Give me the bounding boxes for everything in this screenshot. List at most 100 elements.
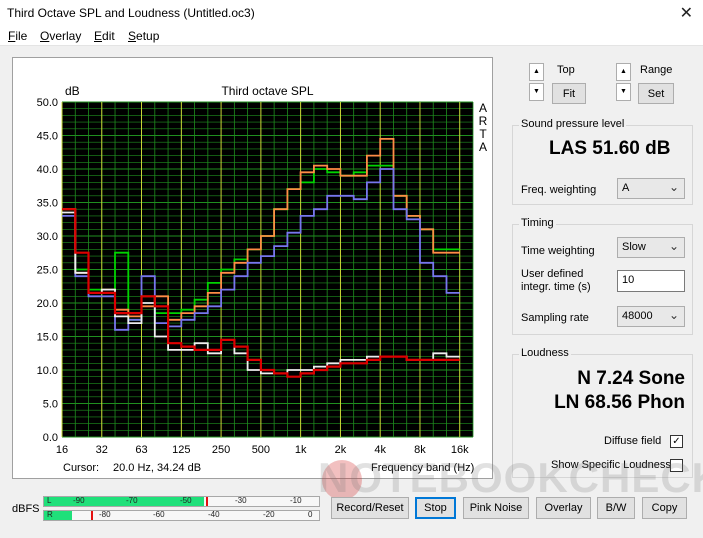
x-tick-label: 63	[135, 444, 147, 456]
chart-title: Third octave SPL	[221, 84, 313, 98]
integr-time-input[interactable]: 10	[617, 270, 685, 292]
chevron-down-icon: ⌄	[668, 239, 679, 253]
record-reset-button[interactable]: Record/Reset	[331, 497, 409, 519]
range-up-button[interactable]: ▲	[616, 63, 631, 81]
sampling-rate-select[interactable]: 48000 ⌄	[617, 306, 685, 327]
stop-button[interactable]: Stop	[415, 497, 456, 519]
meter-right: R -80 -60 -40 -20 0	[43, 510, 320, 521]
x-tick-label: 8k	[414, 444, 426, 456]
top-label: Top	[557, 64, 575, 76]
dbfs-label: dBFS	[12, 503, 40, 515]
menu-setup[interactable]: Setup	[128, 29, 159, 43]
meter-channel-left: L	[47, 496, 52, 505]
loudness-group-title: Loudness	[519, 347, 571, 359]
x-tick-label: 1k	[295, 444, 307, 456]
cursor-readout: 20.0 Hz, 34.24 dB	[113, 462, 201, 474]
close-icon[interactable]: ✕	[680, 3, 693, 23]
meter-left-peak	[206, 497, 209, 506]
meter-mark: -70	[126, 496, 138, 505]
freq-weighting-value: A	[622, 182, 630, 194]
overlay-button[interactable]: Overlay	[536, 497, 591, 519]
fit-button[interactable]: Fit	[552, 83, 586, 104]
x-tick-label: 125	[172, 444, 190, 456]
y-tick-label: 35.0	[37, 198, 58, 210]
bw-button[interactable]: B/W	[597, 497, 635, 519]
timing-group: Timing Time weighting Slow ⌄ User define…	[512, 217, 693, 335]
sampling-rate-label: Sampling rate	[521, 312, 589, 324]
x-tick-label: 500	[252, 444, 270, 456]
meter-mark: -40	[208, 510, 220, 519]
spl-chart-frame: 50.0 45.0 40.0 35.0 30.0 25.0 20.0 15.0 10.0 5.0 0…	[12, 57, 493, 479]
check-icon: ✓	[672, 436, 681, 447]
menu-bar: File Overlay Edit Setup	[0, 26, 703, 46]
integr-time-label-2: integr. time (s)	[521, 281, 591, 293]
x-tick-label: 32	[96, 444, 108, 456]
sampling-rate-value: 48000	[622, 310, 653, 322]
spl-readout: LAS 51.60 dB	[549, 138, 671, 159]
meter-right-peak	[90, 511, 93, 520]
range-label: Range	[640, 64, 673, 76]
y-tick-label: 50.0	[37, 97, 58, 109]
diffuse-field-checkbox[interactable]: ✓	[670, 435, 683, 448]
range-down-button[interactable]: ▼	[616, 83, 631, 101]
x-tick-label: 2k	[335, 444, 347, 456]
top-up-button[interactable]: ▲	[529, 63, 544, 81]
meter-mark: -60	[153, 510, 165, 519]
title-bar: Third Octave SPL and Loudness (Untitled.…	[0, 0, 703, 26]
y-tick-label: 15.0	[37, 332, 58, 344]
arta-label-letter: A	[479, 101, 487, 115]
loudness-sone-readout: N 7.24 Sone	[577, 368, 685, 389]
window-title: Third Octave SPL and Loudness (Untitled.…	[7, 6, 255, 20]
copy-button[interactable]: Copy	[642, 497, 687, 519]
x-tick-label: 250	[212, 444, 230, 456]
meter-mark: -90	[73, 496, 85, 505]
timing-group-title: Timing	[519, 217, 556, 229]
freq-weighting-select[interactable]: A ⌄	[617, 178, 685, 199]
arta-label-letter: A	[479, 140, 487, 154]
third-octave-chart[interactable]: 50.0 45.0 40.0 35.0 30.0 25.0 20.0 15.0 10.0 5.0 0…	[13, 58, 494, 480]
meter-channel-right: R	[47, 510, 53, 519]
y-axis-unit-label: dB	[65, 84, 80, 98]
specific-loudness-label: Show Specific Loudness	[551, 459, 671, 471]
x-tick-label: 16k	[451, 444, 469, 456]
specific-loudness-checkbox[interactable]	[670, 459, 683, 472]
chevron-down-icon: ⌄	[668, 308, 679, 322]
set-button[interactable]: Set	[638, 83, 674, 104]
meter-mark: -80	[99, 510, 111, 519]
spl-group: Sound pressure level LAS 51.60 dB Freq. …	[512, 118, 693, 205]
time-weighting-label: Time weighting	[521, 245, 595, 257]
cursor-label: Cursor:	[63, 462, 99, 474]
meter-mark: -50	[180, 496, 192, 505]
loudness-phon-readout: LN 68.56 Phon	[554, 392, 685, 413]
arta-label-letter: R	[479, 114, 488, 128]
x-axis-label: Frequency band (Hz)	[371, 462, 474, 474]
y-tick-label: 10.0	[37, 365, 58, 377]
meter-mark: -30	[235, 496, 247, 505]
y-tick-label: 40.0	[37, 164, 58, 176]
top-down-button[interactable]: ▼	[529, 83, 544, 101]
menu-edit[interactable]: Edit	[94, 29, 115, 43]
y-tick-label: 30.0	[37, 231, 58, 243]
meter-mark: -10	[290, 496, 302, 505]
freq-weighting-label: Freq. weighting	[521, 184, 597, 196]
y-tick-label: 45.0	[37, 131, 58, 143]
meter-left: L -90 -70 -50 -30 -10	[43, 496, 320, 507]
diffuse-field-label: Diffuse field	[604, 435, 662, 447]
loudness-group: Loudness N 7.24 Sone LN 68.56 Phon Diffu…	[512, 347, 693, 478]
y-tick-label: 5.0	[43, 399, 58, 411]
pink-noise-button[interactable]: Pink Noise	[463, 497, 529, 519]
chevron-down-icon: ⌄	[668, 180, 679, 194]
time-weighting-select[interactable]: Slow ⌄	[617, 237, 685, 258]
y-tick-label: 0.0	[43, 432, 58, 444]
spl-group-title: Sound pressure level	[519, 118, 627, 130]
integr-time-label-1: User defined	[521, 268, 584, 280]
y-tick-label: 20.0	[37, 298, 58, 310]
arta-label-letter: T	[479, 127, 487, 141]
x-tick-label: 16	[56, 444, 68, 456]
y-tick-label: 25.0	[37, 265, 58, 277]
menu-file[interactable]: File	[8, 29, 27, 43]
meter-mark: -20	[263, 510, 275, 519]
menu-overlay[interactable]: Overlay	[40, 29, 81, 43]
time-weighting-value: Slow	[622, 241, 646, 253]
x-tick-label: 4k	[374, 444, 386, 456]
